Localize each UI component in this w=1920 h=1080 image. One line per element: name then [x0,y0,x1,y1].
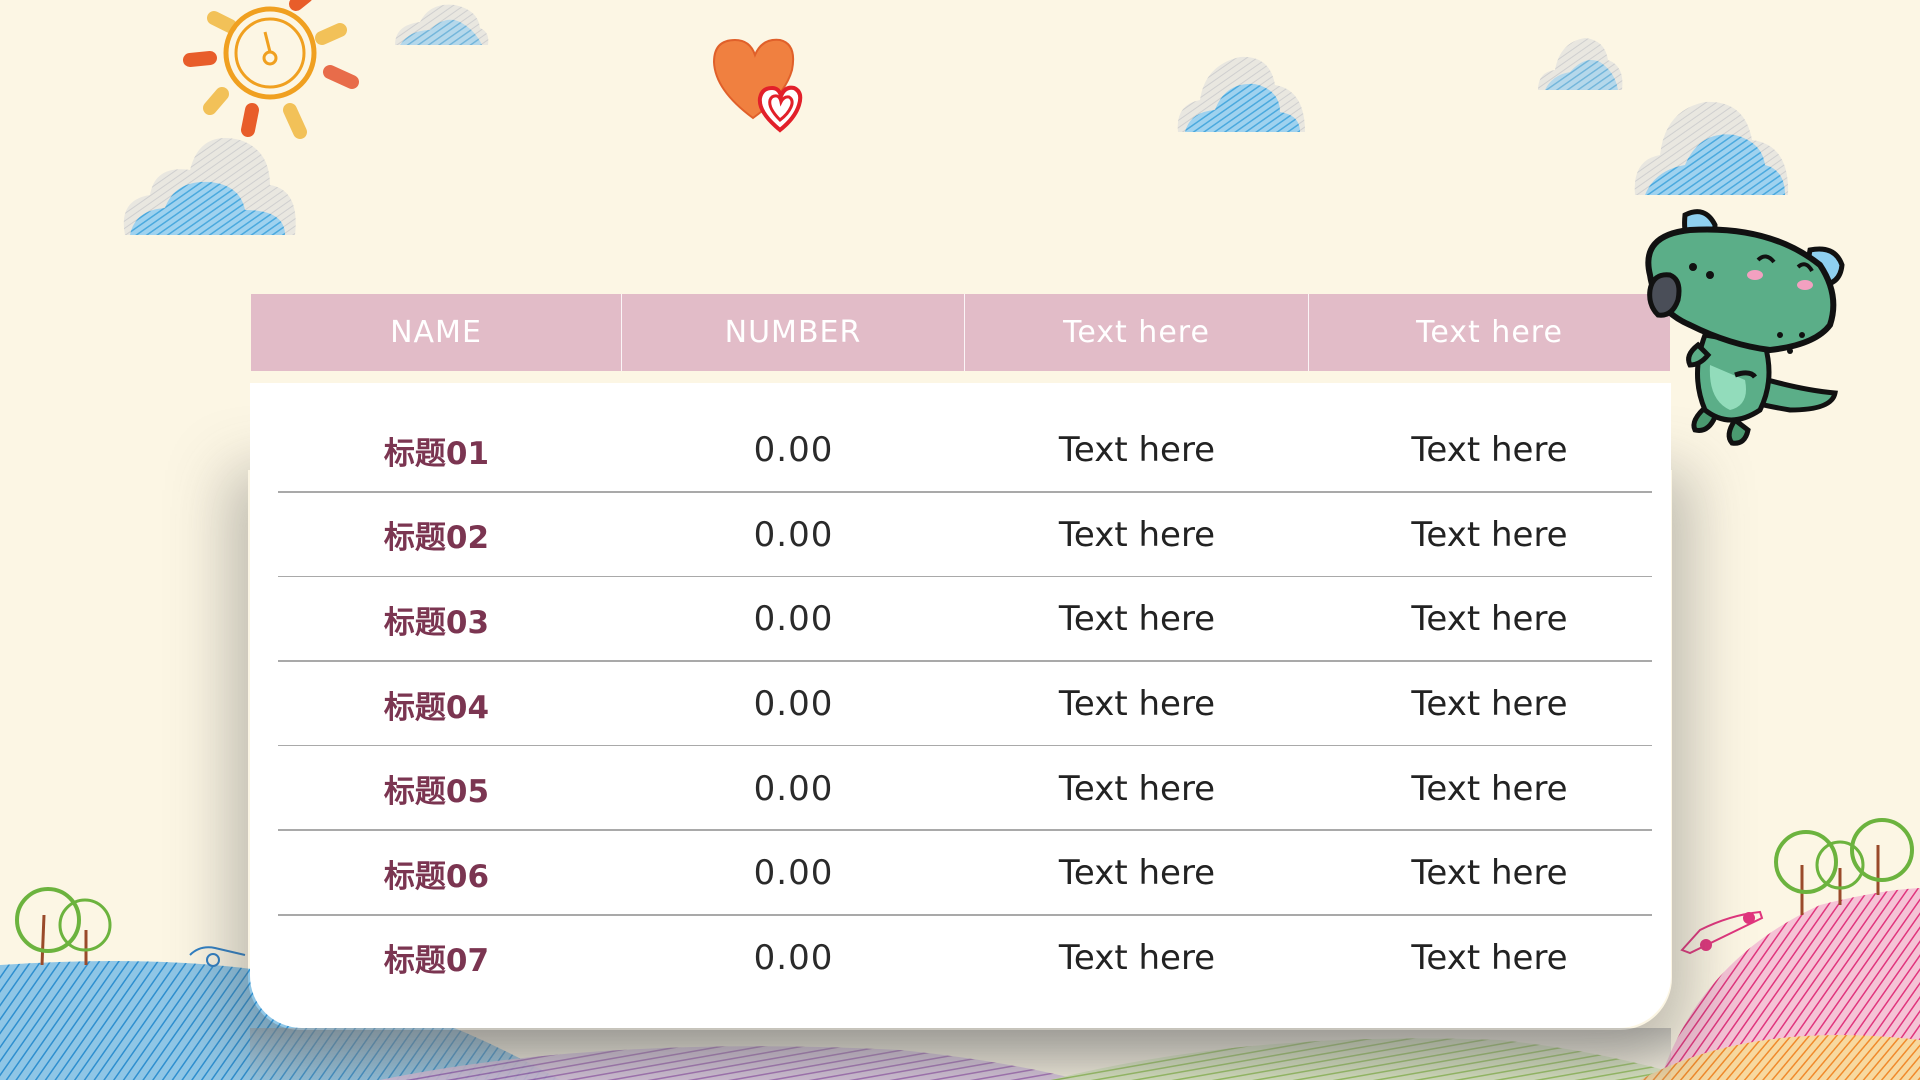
cell-number: 0.00 [753,853,834,894]
table-row: 标题01 0.00 Text here Text here [251,408,1670,493]
cloud-icon [1177,56,1305,132]
cell-text: Text here [1058,853,1216,894]
column-header-text-2[interactable]: Text here [1309,294,1670,371]
table-header: NAME NUMBER Text here Text here [251,294,1670,371]
table-row: 标题04 0.00 Text here Text here [251,662,1670,747]
cell-number: 0.00 [753,684,834,725]
cloud-icon [1634,101,1789,195]
cell-name: 标题02 [383,520,490,557]
cell-text: Text here [1058,514,1216,555]
cell-text: Text here [1058,768,1216,809]
cell-text: Text here [1058,430,1216,471]
car-icon [1680,910,1764,955]
cloud-icon [1538,38,1623,90]
table-row: 标题02 0.00 Text here Text here [251,493,1670,578]
car-icon [189,946,246,967]
table-row: 标题05 0.00 Text here Text here [251,746,1670,831]
cell-text: Text here [1411,514,1568,555]
table-row: 标题06 0.00 Text here Text here [251,831,1670,916]
cell-name: 标题01 [383,435,490,472]
cell-text: Text here [1411,430,1568,471]
cell-name: 标题03 [383,604,490,641]
cloud-icon [123,138,296,235]
cell-text: Text here [1058,937,1216,978]
cell-text: Text here [1058,599,1216,640]
cell-name: 标题05 [383,774,490,811]
cell-number: 0.00 [753,599,834,640]
cloud-icon [395,4,489,45]
table-body: 标题01 0.00 Text here Text here 标题02 0.00 … [251,408,1670,1000]
sun-icon [183,0,359,139]
cell-number: 0.00 [753,768,834,809]
table-row: 标题03 0.00 Text here Text here [251,577,1670,662]
cell-text: Text here [1058,684,1216,725]
cell-text: Text here [1411,599,1568,640]
cell-text: Text here [1411,684,1568,725]
cell-text: Text here [1411,937,1568,978]
cell-name: 标题04 [383,689,490,726]
cell-name: 标题06 [383,858,490,895]
cell-number: 0.00 [753,430,834,471]
heart-icon [712,38,803,133]
column-header-text-1[interactable]: Text here [965,294,1309,371]
dinosaur-mascot [1645,209,1845,446]
cell-number: 0.00 [753,514,834,555]
column-header-number[interactable]: NUMBER [622,294,965,371]
cell-name: 标题07 [383,943,490,980]
column-header-name[interactable]: NAME [251,294,622,371]
table-row: 标题07 0.00 Text here Text here [251,916,1670,1001]
cell-text: Text here [1411,768,1568,809]
cell-number: 0.00 [753,937,834,978]
cell-text: Text here [1411,853,1568,894]
tree-icon [15,887,112,966]
